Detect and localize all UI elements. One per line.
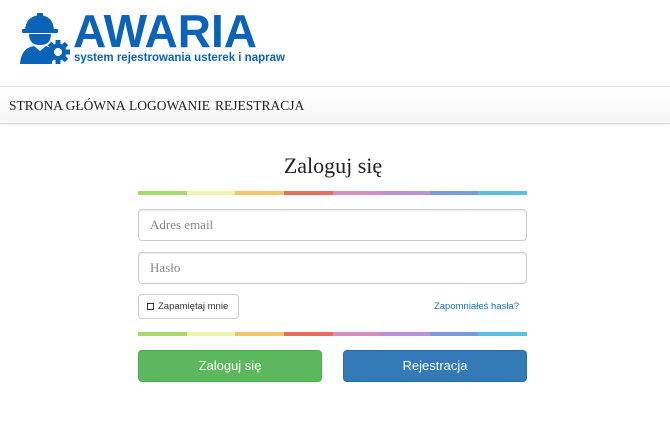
page-title: Zaloguj się: [283, 153, 383, 178]
rainbow-segment: [283, 332, 333, 336]
password-field[interactable]: [138, 252, 527, 284]
rainbow-segment: [138, 332, 187, 336]
forgot-password-link[interactable]: Zapomniałeś hasła?: [434, 301, 519, 312]
worker-gear-icon: [20, 13, 70, 64]
brand-subtitle: system rejestrowania usterek i napraw: [74, 52, 285, 64]
checkbox-icon[interactable]: [147, 303, 154, 310]
logo[interactable]: AWARIA system rejestrowania usterek i na…: [18, 5, 298, 69]
navbar: STRONA GŁÓWNA LOGOWANIE REJESTRACJA: [0, 86, 670, 124]
brand-title: AWARIA: [73, 5, 257, 57]
rainbow-segment: [332, 191, 382, 195]
rainbow-divider-bottom: [138, 332, 527, 336]
remember-me-checkbox[interactable]: Zapamiętaj mnie: [138, 294, 239, 319]
rainbow-segment: [381, 191, 430, 195]
login-button[interactable]: Zaloguj się: [138, 350, 322, 382]
rainbow-segment: [235, 191, 284, 195]
rainbow-segment: [478, 332, 527, 336]
header: AWARIA system rejestrowania usterek i na…: [0, 0, 670, 86]
rainbow-divider-top: [138, 191, 527, 195]
rainbow-segment: [429, 191, 479, 195]
rainbow-segment: [429, 332, 479, 336]
nav-home[interactable]: STRONA GŁÓWNA: [9, 98, 126, 114]
rainbow-segment: [283, 191, 333, 195]
remember-me-label: Zapamiętaj mnie: [158, 301, 229, 312]
nav-register[interactable]: REJESTRACJA: [215, 98, 304, 114]
rainbow-segment: [381, 332, 430, 336]
rainbow-segment: [332, 332, 382, 336]
rainbow-segment: [138, 191, 187, 195]
rainbow-segment: [478, 191, 527, 195]
rainbow-segment: [186, 332, 236, 336]
email-field[interactable]: [138, 209, 527, 241]
rainbow-segment: [186, 191, 236, 195]
nav-login[interactable]: LOGOWANIE: [129, 98, 210, 114]
register-button[interactable]: Rejestracja: [343, 350, 527, 382]
rainbow-segment: [235, 332, 284, 336]
